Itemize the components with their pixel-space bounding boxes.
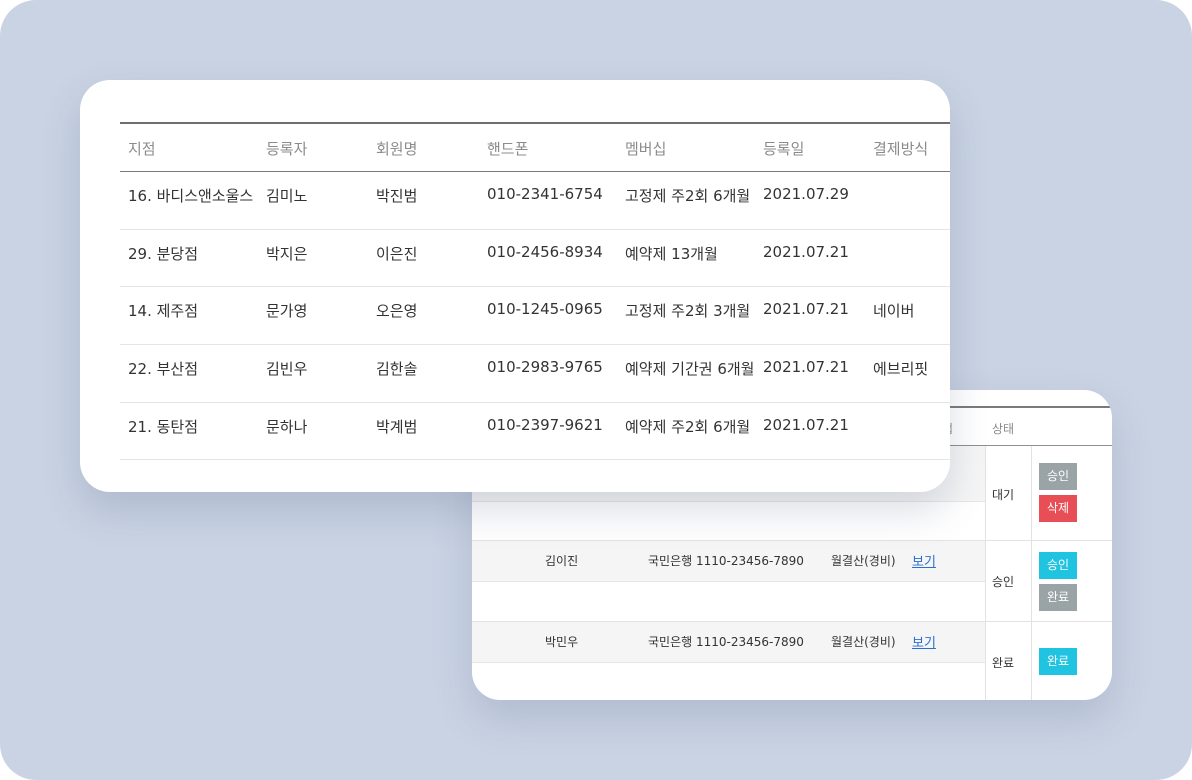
complete-button[interactable]: 완료 — [1039, 648, 1077, 675]
payment-method-cell: 네이버 — [873, 302, 915, 320]
registered-date-cell: 2021.07.29 — [763, 185, 849, 203]
approval-column-divider — [1031, 446, 1032, 700]
member-name-cell: 박계범 — [376, 418, 418, 436]
background-canvas: 법 상태 대기 승인 삭제 김이진 국민은행 1110-23456-7890 월… — [0, 0, 1192, 780]
row-divider — [120, 344, 950, 345]
delete-button[interactable]: 삭제 — [1039, 495, 1077, 522]
phone-cell: 010-2397-9621 — [487, 416, 603, 434]
approval-header-status: 상태 — [992, 422, 1015, 436]
membership-cell: 고정제 주2회 3개월 — [625, 302, 751, 320]
branch-cell: 29. 분당점 — [128, 245, 199, 263]
registered-date-cell: 2021.07.21 — [763, 243, 849, 261]
row-divider — [120, 286, 950, 287]
column-header-registered-date: 등록일 — [763, 140, 805, 158]
column-header-registrant: 등록자 — [266, 140, 308, 158]
registered-date-cell: 2021.07.21 — [763, 416, 849, 434]
column-header-payment-method: 결제방식 — [873, 140, 929, 158]
approval-column-divider — [985, 446, 986, 700]
column-header-phone: 핸드폰 — [487, 140, 529, 158]
billing-type: 월결산(경비) — [831, 554, 896, 568]
branch-cell: 16. 바디스앤소울스 — [128, 187, 254, 205]
billing-type: 월결산(경비) — [831, 635, 896, 649]
member-table-header-border — [120, 171, 950, 172]
registrant-cell: 문가영 — [266, 302, 308, 320]
registrant-cell: 박지은 — [266, 245, 308, 263]
approval-row-divider — [472, 501, 986, 502]
status-label: 완료 — [992, 656, 1015, 670]
view-link[interactable]: 보기 — [912, 632, 936, 651]
registered-date-cell: 2021.07.21 — [763, 358, 849, 376]
bank-account: 국민은행 1110-23456-7890 — [648, 554, 804, 568]
bank-account: 국민은행 1110-23456-7890 — [648, 635, 804, 649]
branch-cell: 22. 부산점 — [128, 360, 199, 378]
member-table-top-border — [120, 122, 950, 124]
status-label: 대기 — [992, 488, 1015, 502]
column-header-member-name: 회원명 — [376, 140, 418, 158]
approve-button[interactable]: 승인 — [1039, 552, 1077, 579]
branch-cell: 21. 동탄점 — [128, 418, 199, 436]
member-name-cell: 김한솔 — [376, 360, 418, 378]
row-divider — [120, 229, 950, 230]
membership-cell: 예약제 주2회 6개월 — [625, 418, 751, 436]
approve-button[interactable]: 승인 — [1039, 463, 1077, 490]
membership-cell: 예약제 13개월 — [625, 245, 718, 263]
member-name-cell: 박진범 — [376, 187, 418, 205]
approval-row-divider — [472, 581, 986, 582]
membership-cell: 예약제 기간권 6개월 — [625, 360, 755, 378]
phone-cell: 010-2341-6754 — [487, 185, 603, 203]
approval-row-border — [472, 540, 1112, 541]
registrant-cell: 문하나 — [266, 418, 308, 436]
row-divider — [120, 402, 950, 403]
phone-cell: 010-2456-8934 — [487, 243, 603, 261]
row-divider — [120, 459, 950, 460]
status-label: 승인 — [992, 575, 1015, 589]
approval-row-border — [472, 621, 1112, 622]
view-link[interactable]: 보기 — [912, 551, 936, 570]
phone-cell: 010-2983-9765 — [487, 358, 603, 376]
approval-row-divider — [472, 662, 986, 663]
applicant-name: 김이진 — [545, 554, 579, 568]
column-header-branch: 지점 — [128, 140, 156, 158]
registrant-cell: 김미노 — [266, 187, 308, 205]
membership-cell: 고정제 주2회 6개월 — [625, 187, 751, 205]
payment-method-cell: 에브리핏 — [873, 360, 929, 378]
branch-cell: 14. 제주점 — [128, 302, 199, 320]
member-name-cell: 이은진 — [376, 245, 418, 263]
column-header-membership: 멤버십 — [625, 140, 667, 158]
member-table-card: 지점 등록자 회원명 핸드폰 멤버십 등록일 결제방식 16. 바디스앤소울스 … — [80, 80, 950, 492]
phone-cell: 010-1245-0965 — [487, 300, 603, 318]
applicant-name: 박민우 — [545, 635, 579, 649]
complete-button[interactable]: 완료 — [1039, 584, 1077, 611]
registrant-cell: 김빈우 — [266, 360, 308, 378]
registered-date-cell: 2021.07.21 — [763, 300, 849, 318]
member-name-cell: 오은영 — [376, 302, 418, 320]
